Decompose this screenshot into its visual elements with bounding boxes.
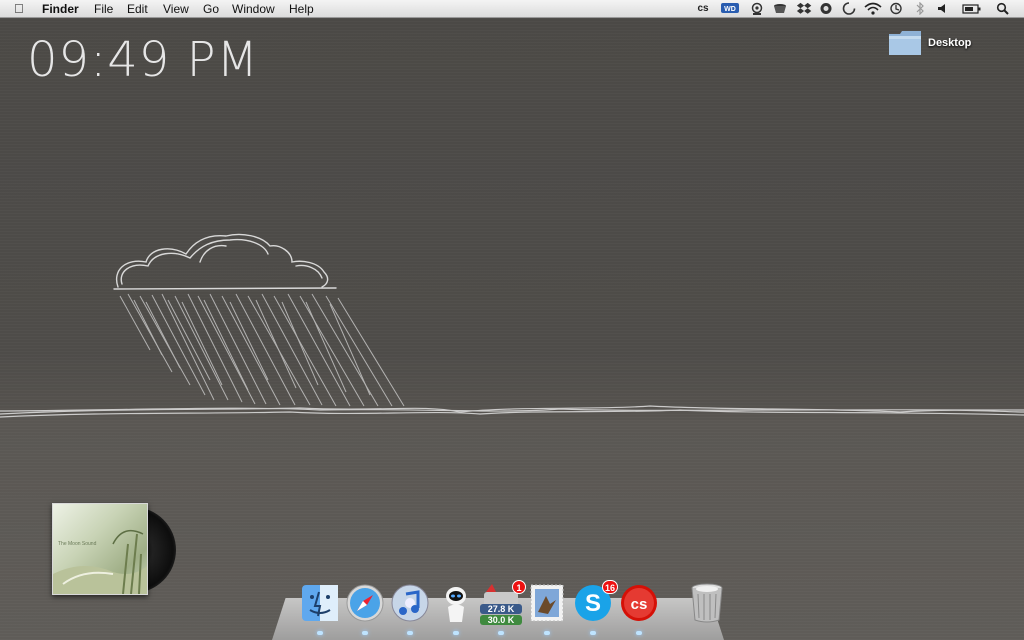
album-cover: The Moon Sound xyxy=(52,503,148,595)
dock-trash[interactable] xyxy=(686,582,728,624)
running-indicator xyxy=(407,631,413,635)
lastfm-icon: cs xyxy=(621,585,657,621)
bluetooth-icon[interactable] xyxy=(914,1,926,16)
dock-eve[interactable] xyxy=(435,582,477,624)
ichat-icon[interactable] xyxy=(818,2,834,15)
dock-skype[interactable]: S 16 xyxy=(572,580,618,624)
menu-view[interactable]: View xyxy=(163,1,189,17)
folder-icon xyxy=(889,31,921,55)
menu-help[interactable]: Help xyxy=(289,1,314,17)
desktop-clock: 09:49 PM xyxy=(27,32,259,88)
running-indicator xyxy=(544,631,550,635)
skype-badge: 16 xyxy=(601,580,618,594)
menu-window[interactable]: Window xyxy=(232,1,275,17)
dock-itunes[interactable] xyxy=(389,582,431,624)
album-illustration xyxy=(53,529,147,594)
album-tiny-title: The Moon Sound xyxy=(58,541,97,547)
menu-go[interactable]: Go xyxy=(203,1,219,17)
dock-transmission[interactable]: 1 27.8 K 30.0 K xyxy=(480,580,526,625)
dock-lastfm[interactable]: cs xyxy=(618,582,660,624)
transmission-badge: 1 xyxy=(512,580,526,594)
dock-safari[interactable] xyxy=(344,582,386,624)
apple-menu-icon[interactable]:  xyxy=(14,1,24,16)
running-indicator xyxy=(362,631,368,635)
wifi-icon[interactable] xyxy=(864,2,882,15)
album-art-widget[interactable]: The Moon Sound xyxy=(52,503,176,595)
volume-icon[interactable] xyxy=(936,2,950,15)
svg-text:WD: WD xyxy=(724,6,736,13)
webcam-icon[interactable] xyxy=(749,2,765,15)
running-indicator xyxy=(453,631,459,635)
spotlight-icon[interactable] xyxy=(996,2,1010,15)
wd-icon[interactable]: WD xyxy=(721,2,739,15)
coffee-cup-icon[interactable] xyxy=(772,2,788,15)
finder-icon xyxy=(302,585,338,621)
menu-file[interactable]: File xyxy=(94,1,113,17)
download-rate: 30.0 K xyxy=(480,615,522,625)
running-indicator xyxy=(636,631,642,635)
running-indicator xyxy=(317,631,323,635)
menu-app-name[interactable]: Finder xyxy=(42,1,79,17)
lastfm-icon[interactable]: cs xyxy=(694,2,712,15)
running-indicator xyxy=(590,631,596,635)
mail-stamp-icon xyxy=(530,584,564,622)
menu-edit[interactable]: Edit xyxy=(127,1,148,17)
desktop-folder[interactable]: Desktop xyxy=(886,28,976,62)
svg-text:cs: cs xyxy=(631,596,648,613)
trash-icon xyxy=(691,583,723,623)
battery-icon[interactable] xyxy=(962,2,982,15)
folder-label: Desktop xyxy=(928,37,972,49)
upload-rate: 27.8 K xyxy=(480,604,522,614)
dropbox-icon[interactable] xyxy=(796,2,812,15)
menu-bar:  Finder File Edit View Go Window Help c… xyxy=(0,0,1024,18)
sync-circle-icon[interactable] xyxy=(841,2,857,15)
eve-robot-icon xyxy=(446,587,466,622)
time-machine-icon[interactable] xyxy=(888,2,904,15)
itunes-icon xyxy=(391,584,429,622)
dock-mail[interactable] xyxy=(526,582,568,624)
running-indicator xyxy=(498,631,504,635)
safari-compass-icon xyxy=(346,584,384,622)
dock-finder[interactable] xyxy=(299,582,341,624)
svg-text:S: S xyxy=(585,590,601,617)
